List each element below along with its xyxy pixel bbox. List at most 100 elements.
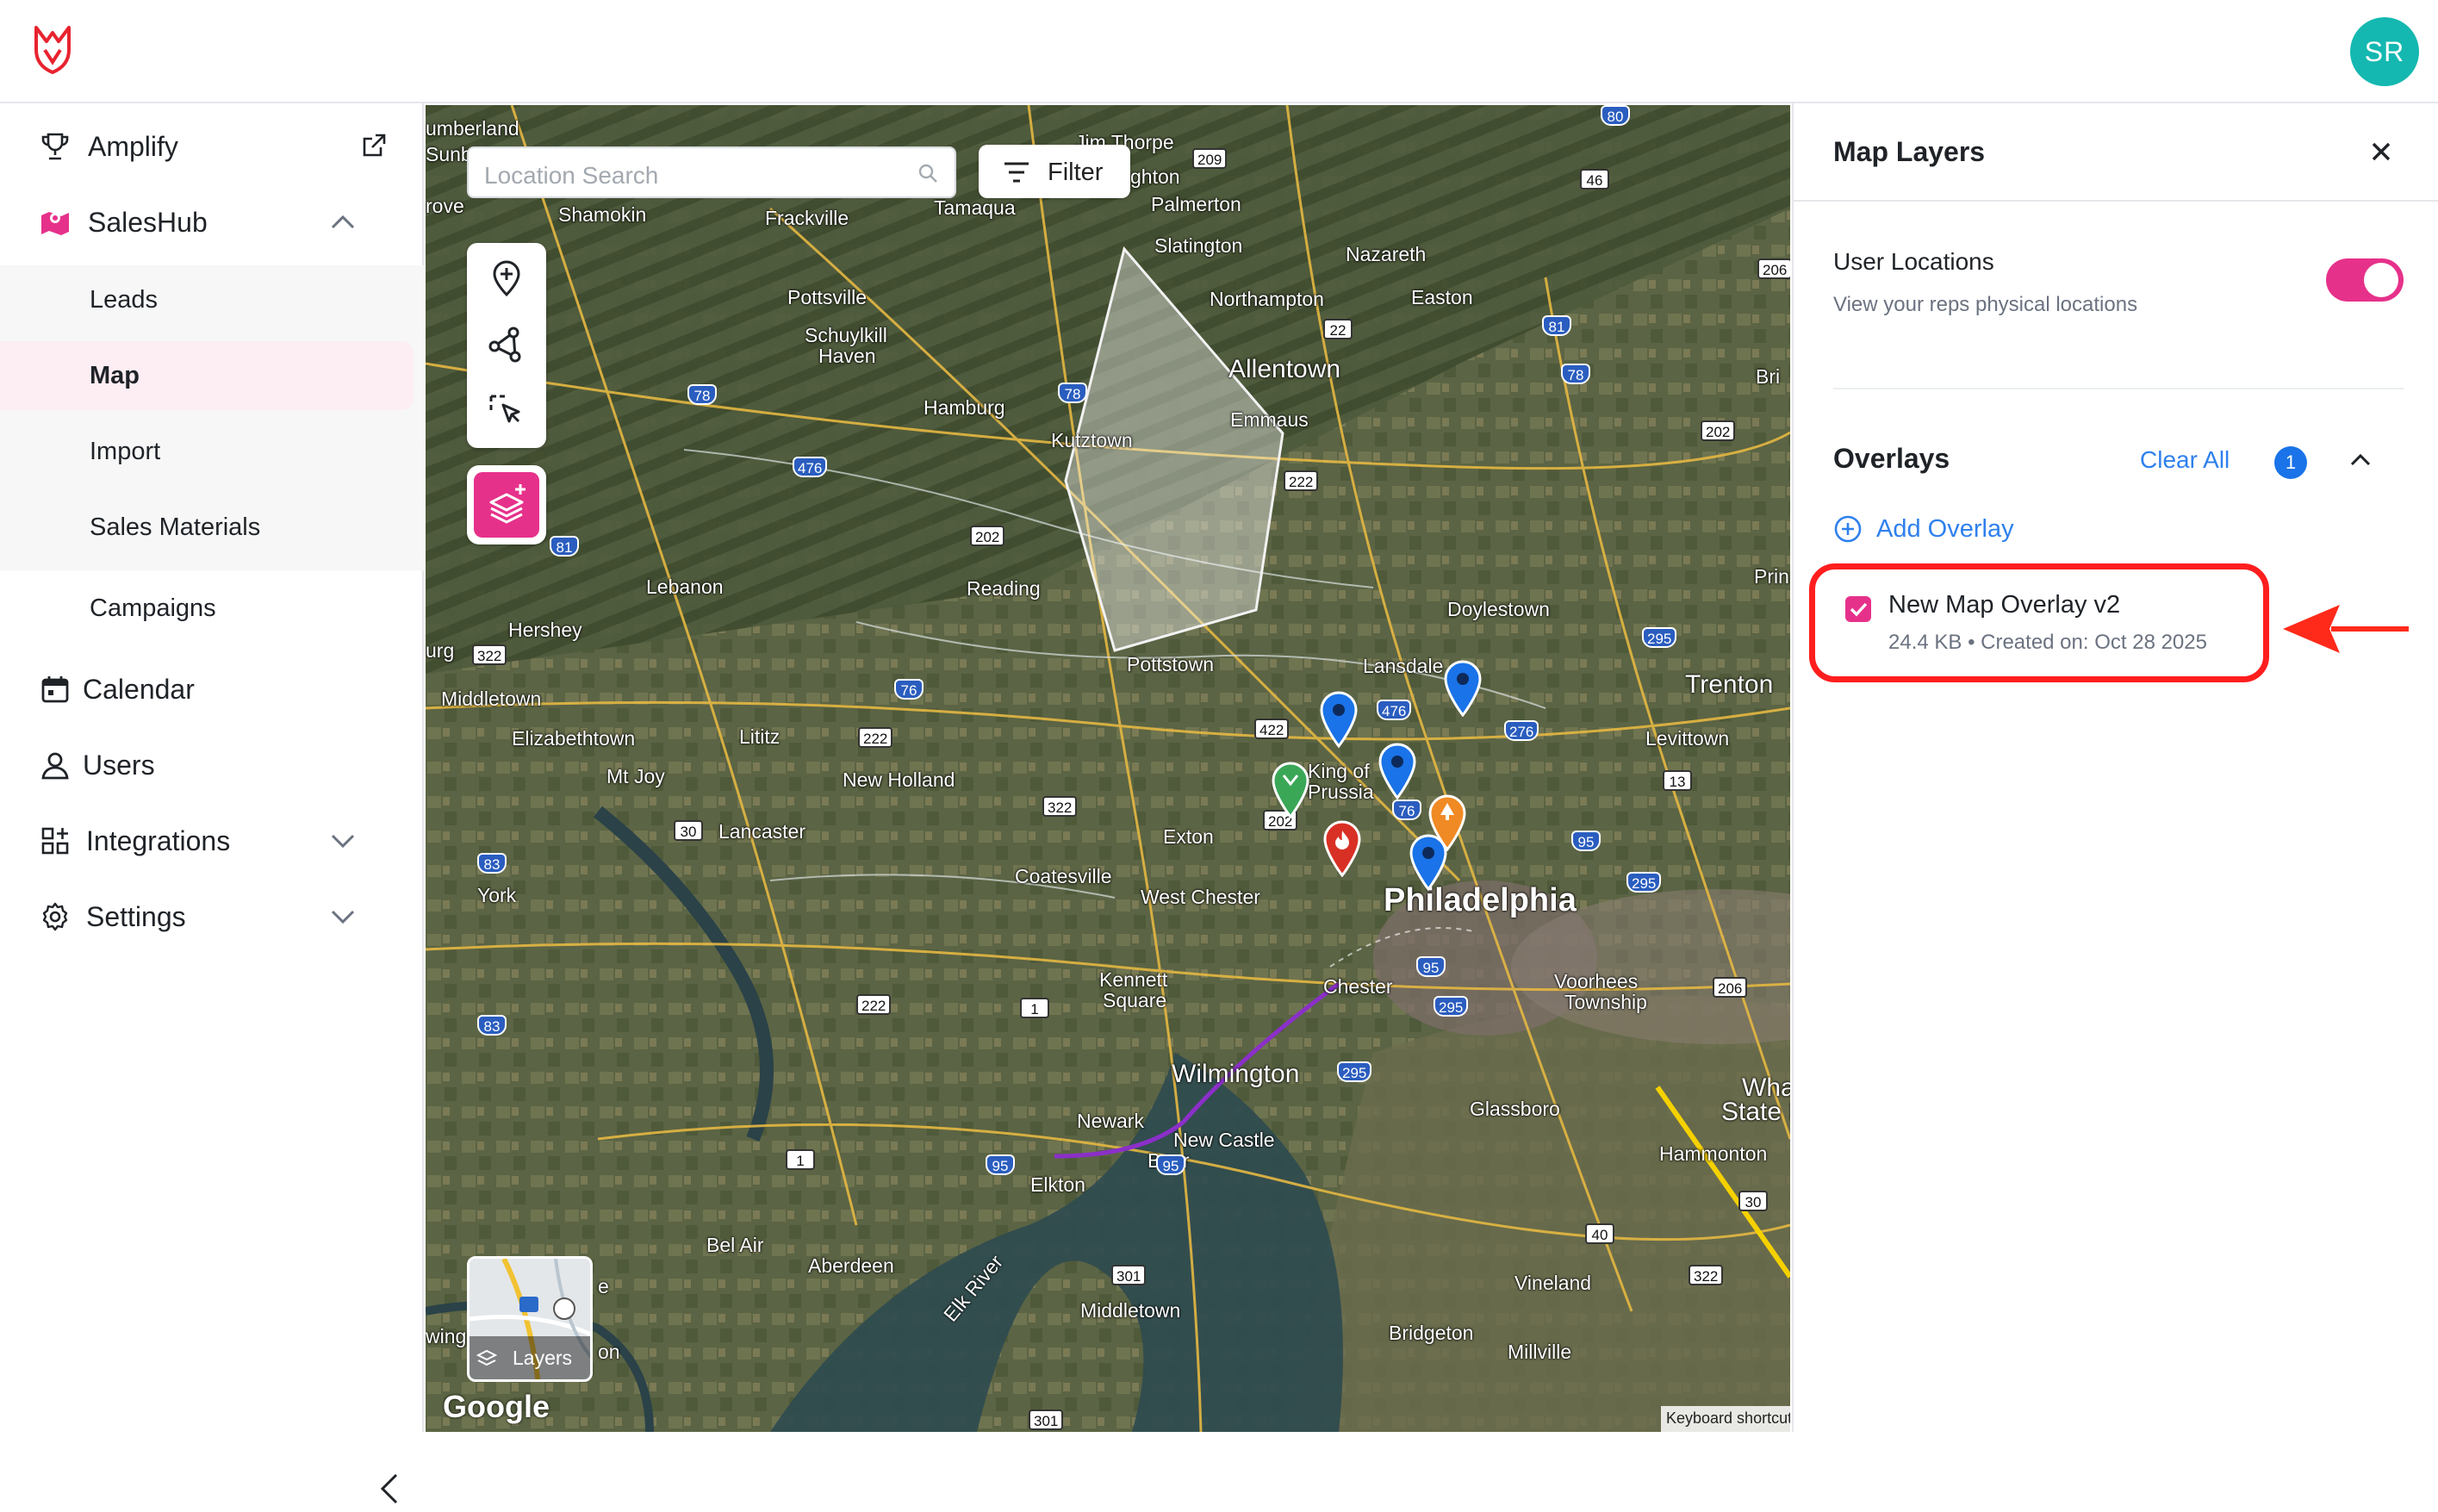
- orange-location-marker[interactable]: [1427, 794, 1468, 851]
- place-label: Nazareth: [1346, 243, 1427, 265]
- place-label: Reading: [967, 577, 1041, 600]
- select-cursor-icon[interactable]: [488, 391, 526, 429]
- google-logo: Google: [443, 1389, 550, 1424]
- place-label: Chester: [1323, 975, 1393, 998]
- sidebar-item-map[interactable]: Map: [0, 341, 414, 410]
- place-label: King of: [1308, 760, 1370, 782]
- overlay-meta: 24.4 KB • Created on: Oct 28 2025: [1888, 631, 2207, 654]
- route-shield: 95: [1416, 956, 1446, 977]
- place-label: rove: [426, 195, 464, 217]
- route-shield: 295: [1642, 627, 1677, 648]
- place-label: Coatesville: [1015, 865, 1112, 887]
- chevron-down-icon[interactable]: [326, 899, 360, 934]
- overlay-count-badge: 1: [2274, 446, 2307, 479]
- sidebar-item-label: Sales Materials: [90, 513, 261, 541]
- user-avatar[interactable]: SR: [2350, 17, 2419, 86]
- sidebar-item-label: Integrations: [86, 824, 231, 856]
- place-label: ghton: [1130, 165, 1180, 188]
- app-logo-icon[interactable]: [33, 24, 72, 74]
- route-shield: 295: [1434, 996, 1469, 1017]
- sidebar-item-saleshub[interactable]: SalesHub: [0, 188, 424, 257]
- sidebar-item-amplify[interactable]: Amplify: [0, 112, 424, 181]
- place-label: State P: [1721, 1098, 1790, 1126]
- sidebar-item-settings[interactable]: Settings: [0, 882, 424, 951]
- sidebar-item-sales-materials[interactable]: Sales Materials: [0, 493, 414, 562]
- place-label: Elkton: [1030, 1173, 1085, 1196]
- place-label: Kutztown: [1051, 429, 1133, 451]
- add-overlay-button[interactable]: Add Overlay: [1833, 512, 2014, 546]
- place-label: Lansdale: [1363, 655, 1444, 677]
- place-label: Aberdeen: [808, 1254, 894, 1277]
- close-icon[interactable]: [2366, 136, 2397, 167]
- sidebar-item-users[interactable]: Users: [0, 731, 424, 800]
- clear-all-button[interactable]: Clear All: [2140, 446, 2230, 474]
- place-label: Sunb: [426, 143, 472, 165]
- sidebar-item-integrations[interactable]: Integrations: [0, 806, 424, 875]
- chevron-up-icon[interactable]: [2345, 445, 2376, 476]
- blue-location-marker[interactable]: [1377, 743, 1418, 800]
- place-label: Bri: [1756, 365, 1781, 388]
- place-label: Hershey: [508, 619, 582, 641]
- sidebar-item-label: Campaigns: [90, 594, 216, 622]
- add-overlay-label: Add Overlay: [1876, 514, 2014, 543]
- overlay-name[interactable]: New Map Overlay v2: [1888, 591, 2120, 619]
- route-shield: 322: [1689, 1265, 1724, 1285]
- chevron-up-icon[interactable]: [326, 205, 360, 240]
- filter-button[interactable]: Filter: [979, 145, 1130, 198]
- place-label: Tamaqua: [934, 196, 1016, 219]
- sidebar-item-label: Amplify: [88, 130, 178, 162]
- external-link-icon[interactable]: [360, 132, 389, 161]
- place-label: Shamokin: [558, 203, 647, 226]
- route-shield: 322: [472, 644, 507, 665]
- polygon-draw-icon[interactable]: [488, 326, 526, 364]
- route-shield: 81: [550, 536, 579, 557]
- saleshub-submenu: Leads Map Import Sales Materials: [0, 265, 424, 570]
- route-shield: 76: [894, 679, 924, 700]
- blue-location-marker[interactable]: [1442, 660, 1483, 717]
- place-label: Emmaus: [1230, 408, 1309, 431]
- collapse-sidebar-icon[interactable]: [372, 1470, 407, 1508]
- route-shield: 78: [687, 384, 717, 405]
- map-pin-icon: [38, 205, 72, 240]
- user-locations-toggle[interactable]: [2326, 258, 2404, 302]
- add-pin-icon[interactable]: [488, 260, 526, 298]
- trophy-icon: [38, 129, 72, 164]
- place-label: Middletown: [441, 688, 542, 710]
- route-shield: 83: [477, 853, 507, 874]
- arrow-annotation-icon: [2283, 605, 2409, 653]
- place-label: Allentown: [1228, 355, 1341, 383]
- place-label: Pottstown: [1127, 653, 1214, 675]
- place-label: Township: [1564, 991, 1647, 1013]
- place-label: Haven: [818, 345, 876, 367]
- route-shield: 476: [1377, 700, 1412, 720]
- map-layers-button[interactable]: [467, 465, 546, 544]
- sidebar-item-leads[interactable]: Leads: [0, 265, 414, 334]
- keyboard-shortcuts-link[interactable]: Keyboard shortcuts: [1661, 1406, 1790, 1432]
- layers-active-bg: [474, 472, 539, 538]
- sidebar-item-import[interactable]: Import: [0, 417, 414, 486]
- route-shield: 322: [1042, 796, 1078, 817]
- route-shield: 80: [1601, 105, 1630, 126]
- place-label: Newark: [1077, 1110, 1144, 1132]
- map-canvas[interactable]: umberland Sunb rove Shamokin Frackville …: [426, 105, 1790, 1432]
- route-shield: 1: [786, 1149, 815, 1170]
- map-type-label: Layers: [513, 1347, 573, 1369]
- route-shield: 95: [1571, 831, 1601, 851]
- sidebar-item-label: Calendar: [83, 673, 195, 705]
- location-search-input[interactable]: Location Search: [467, 146, 956, 198]
- sidebar-item-campaigns[interactable]: Campaigns: [0, 574, 414, 643]
- chevron-down-icon[interactable]: [326, 824, 360, 858]
- place-label: Northampton: [1210, 288, 1324, 310]
- sidebar-item-calendar[interactable]: Calendar: [0, 655, 424, 724]
- place-label: New Holland: [843, 768, 955, 791]
- green-location-marker[interactable]: [1270, 762, 1311, 818]
- route-shield: 30: [1738, 1191, 1768, 1211]
- route-shield: 222: [1284, 470, 1319, 491]
- route-shield: 30: [674, 820, 703, 841]
- blue-location-marker[interactable]: [1318, 691, 1359, 748]
- red-location-marker[interactable]: [1322, 820, 1363, 877]
- map-type-toggle[interactable]: Layers: [467, 1256, 593, 1382]
- overlay-checkbox[interactable]: [1845, 596, 1871, 622]
- place-label: urg: [426, 639, 455, 662]
- highlight-annotation: [1809, 563, 2269, 682]
